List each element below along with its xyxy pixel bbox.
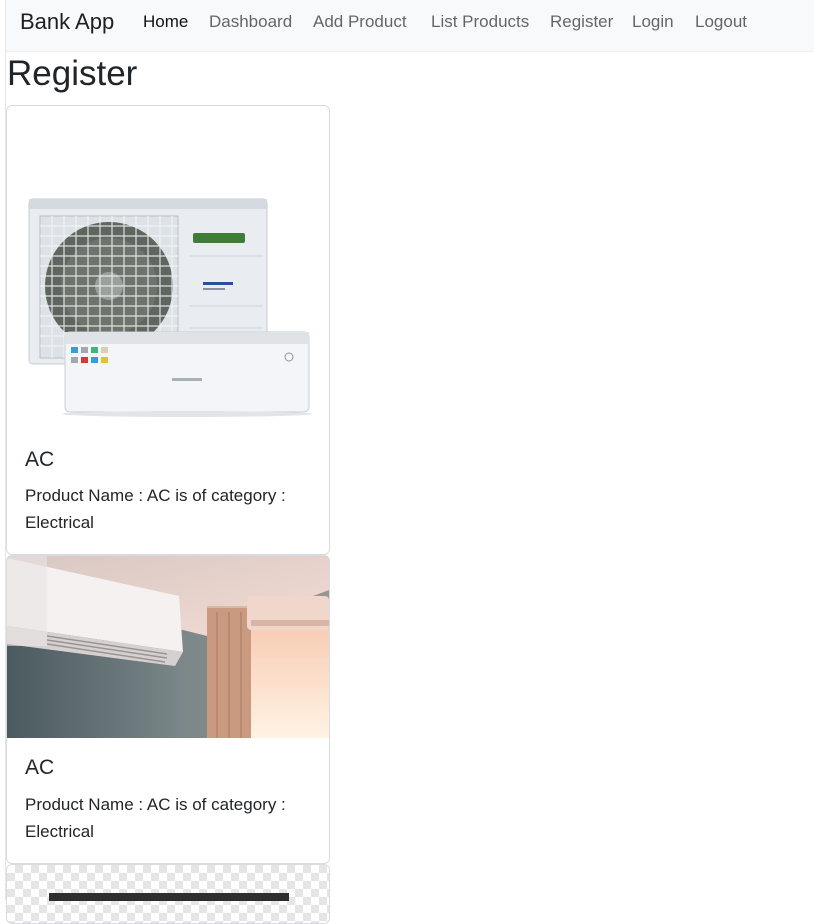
product-photo-partial	[49, 893, 289, 901]
nav-link-register[interactable]: Register	[550, 12, 613, 32]
product-description-line2: Electrical	[25, 513, 94, 532]
product-image-outdoor-ac	[7, 106, 329, 436]
nav-link-add-product[interactable]: Add Product	[313, 12, 407, 32]
nav-link-home[interactable]: Home	[143, 12, 188, 32]
wall-mounted-ac-illustration	[7, 556, 329, 738]
product-title: AC	[25, 756, 55, 779]
product-card: AC Product Name : AC is of category : El…	[6, 105, 330, 555]
product-title: AC	[25, 448, 55, 471]
product-image-transparent	[7, 865, 329, 923]
nav-link-dashboard[interactable]: Dashboard	[209, 12, 292, 32]
navbar-brand[interactable]: Bank App	[20, 9, 114, 35]
nav-link-logout[interactable]: Logout	[695, 12, 747, 32]
top-navbar: Bank App Home Dashboard Add Product List…	[6, 0, 814, 52]
page-title: Register	[7, 54, 138, 93]
nav-link-list-products[interactable]: List Products	[431, 12, 529, 32]
product-card	[6, 864, 330, 924]
product-card: AC Product Name : AC is of category : El…	[6, 555, 330, 864]
product-description-line1: Product Name : AC is of category :	[25, 795, 286, 814]
product-description-line1: Product Name : AC is of category :	[25, 486, 286, 505]
product-image-wall-ac	[7, 556, 329, 738]
product-description: Product Name : AC is of category : Elect…	[25, 791, 315, 845]
product-description: Product Name : AC is of category : Elect…	[25, 482, 315, 536]
outdoor-ac-unit-illustration	[28, 198, 312, 417]
product-description-line2: Electrical	[25, 822, 94, 841]
nav-link-login[interactable]: Login	[632, 12, 674, 32]
